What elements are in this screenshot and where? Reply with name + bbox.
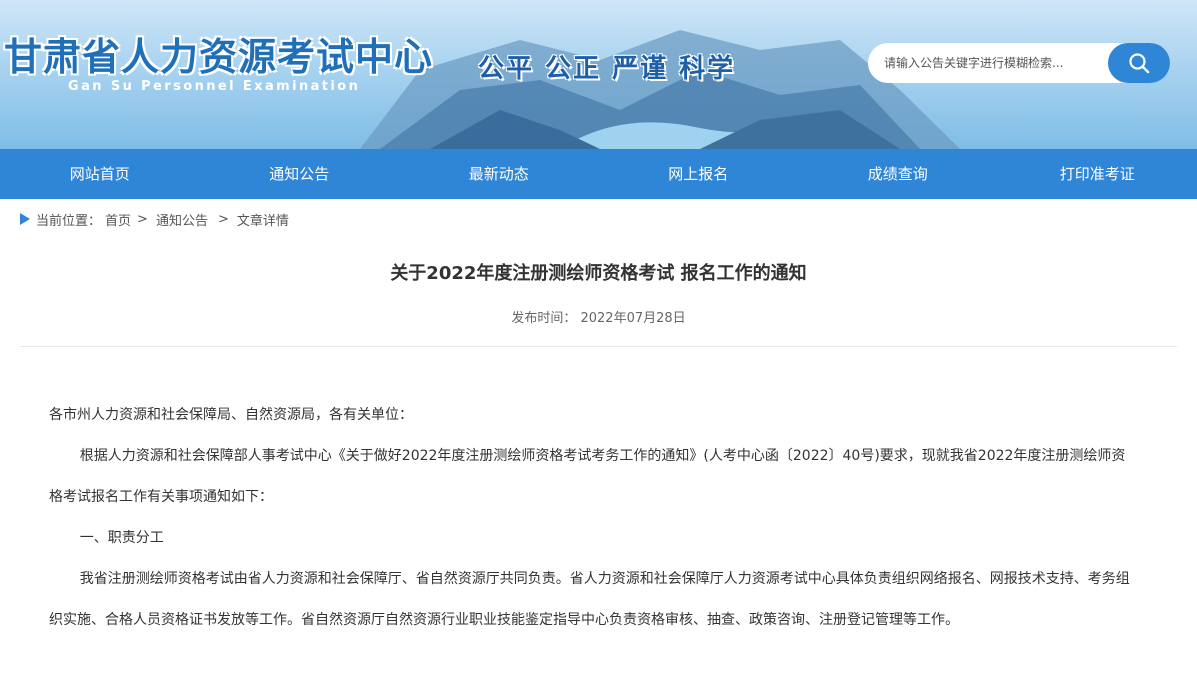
- publish-date: 发布时间： 2022年07月28日: [0, 307, 1197, 326]
- nav-item-notices[interactable]: 通知公告: [200, 149, 400, 199]
- site-subtitle: Gan Su Personnel Examination: [68, 79, 361, 94]
- breadcrumb: 当前位置： 首页 > 通知公告 > 文章详情: [0, 199, 1197, 239]
- location-marker-icon: [20, 213, 30, 225]
- search-box: [868, 43, 1170, 83]
- nav-item-news[interactable]: 最新动态: [399, 149, 599, 199]
- site-header: 甘肃省人力资源考试中心 Gan Su Personnel Examination…: [0, 0, 1197, 149]
- search-input[interactable]: [882, 55, 1076, 71]
- article-body: 各市州人力资源和社会保障局、自然资源局，各有关单位： 根据人力资源和社会保障部人…: [0, 395, 1197, 641]
- breadcrumb-current: 文章详情: [236, 213, 289, 229]
- site-slogan: 公平 公正 严谨 科学: [478, 54, 736, 84]
- breadcrumb-home[interactable]: 首页: [105, 210, 131, 229]
- article-paragraph: 各市州人力资源和社会保障局、自然资源局，各有关单位：: [49, 407, 413, 423]
- nav-item-registration[interactable]: 网上报名: [599, 149, 799, 199]
- title-divider: [20, 346, 1177, 347]
- publish-date-label: 发布时间：: [511, 311, 577, 326]
- article-title: 关于2022年度注册测绘师资格考试 报名工作的通知: [390, 263, 807, 284]
- nav-item-home[interactable]: 网站首页: [0, 149, 200, 199]
- search-button[interactable]: [1108, 43, 1170, 83]
- site-title: 甘肃省人力资源考试中心: [4, 35, 434, 79]
- publish-date-value: 2022年07月28日: [580, 311, 686, 326]
- breadcrumb-prefix: 当前位置：: [36, 213, 102, 229]
- article-paragraph: 根据人力资源和社会保障部人事考试中心《关于做好2022年度注册测绘师资格考试考务…: [49, 448, 1126, 505]
- breadcrumb-separator: >: [137, 211, 148, 227]
- nav-item-scores[interactable]: 成绩查询: [798, 149, 998, 199]
- article-paragraph: 我省注册测绘师资格考试由省人力资源和社会保障厅、省自然资源厅共同负责。省人力资源…: [49, 571, 1130, 628]
- main-nav: 网站首页 通知公告 最新动态 网上报名 成绩查询 打印准考证: [0, 149, 1197, 199]
- nav-item-admission-ticket[interactable]: 打印准考证: [998, 149, 1197, 199]
- article-section-heading: 一、职责分工: [79, 530, 164, 546]
- breadcrumb-separator: >: [217, 211, 229, 227]
- breadcrumb-notices[interactable]: 通知公告: [156, 210, 208, 229]
- search-icon: [1129, 53, 1150, 74]
